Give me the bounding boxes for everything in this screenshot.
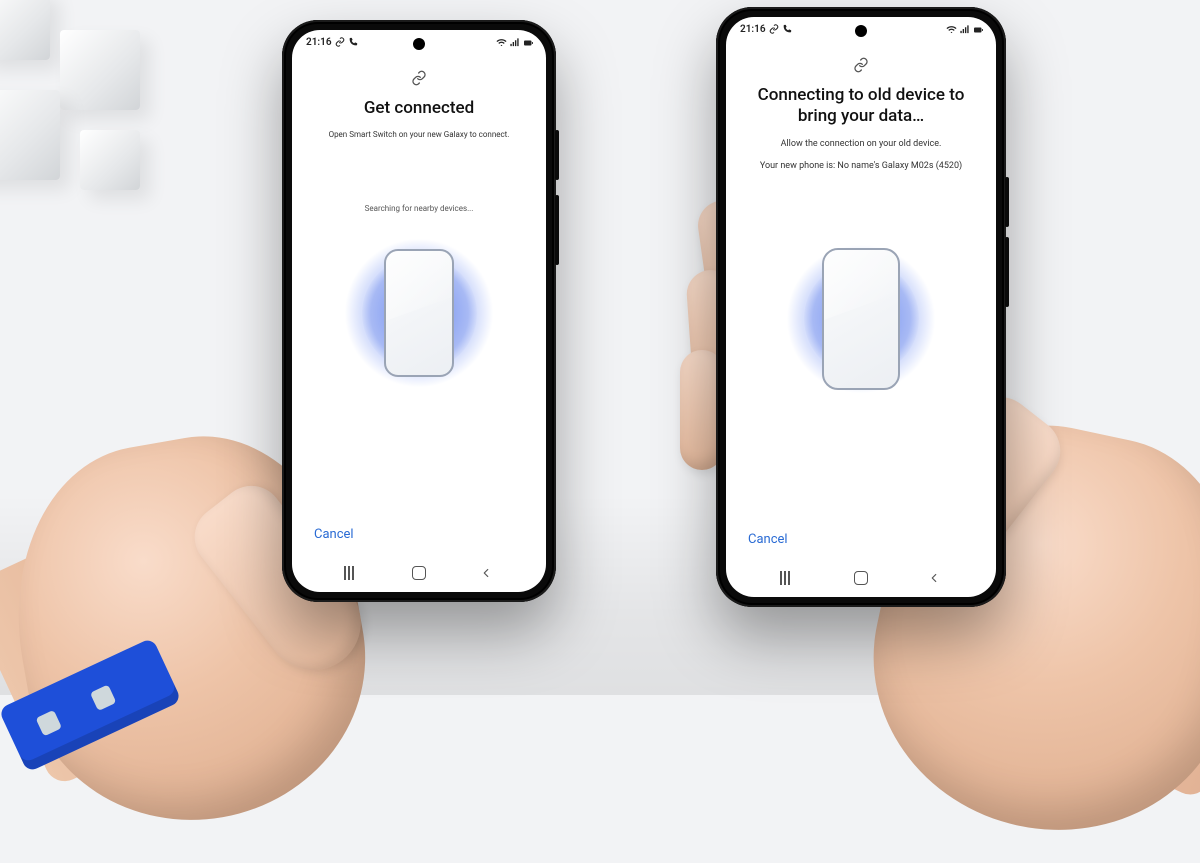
cancel-button[interactable]: Cancel	[744, 524, 792, 555]
wifi-icon	[496, 37, 506, 47]
link-mini-icon	[335, 37, 345, 47]
android-navbar	[292, 558, 546, 592]
status-time: 21:16	[306, 37, 332, 48]
page-subtitle: Allow the connection on your old device.	[742, 138, 980, 151]
device-info-text: Your new phone is: No name's Galaxy M02s…	[742, 160, 980, 173]
battery-icon	[522, 37, 532, 47]
signal-icon	[509, 37, 519, 47]
volume-button	[555, 195, 559, 265]
cancel-button[interactable]: Cancel	[310, 519, 358, 550]
camera-hole	[413, 38, 425, 50]
link-icon	[411, 70, 427, 86]
signal-icon	[959, 24, 969, 34]
search-animation	[742, 219, 980, 419]
app-content: Get connected Open Smart Switch on your …	[292, 54, 546, 558]
search-animation	[308, 223, 530, 403]
device-outline-icon	[384, 249, 454, 377]
power-button	[1005, 177, 1009, 227]
link-icon	[853, 57, 869, 73]
phone-mini-icon	[782, 24, 792, 34]
wifi-icon	[946, 24, 956, 34]
volume-button	[1005, 237, 1009, 307]
link-mini-icon	[769, 24, 779, 34]
power-button	[555, 130, 559, 180]
phone-right: 21:16	[716, 7, 1006, 607]
app-content: Connecting to old device to bring your d…	[726, 41, 996, 563]
status-time: 21:16	[740, 24, 766, 35]
search-status: Searching for nearby devices...	[308, 204, 530, 213]
recent-apps-button[interactable]	[779, 569, 797, 587]
device-outline-icon	[822, 248, 900, 390]
home-button[interactable]	[852, 569, 870, 587]
page-title: Connecting to old device to bring your d…	[742, 85, 980, 128]
page-subtitle: Open Smart Switch on your new Galaxy to …	[308, 129, 530, 140]
phone-mini-icon	[348, 37, 358, 47]
phone-left: 21:16	[282, 20, 556, 602]
recent-apps-button[interactable]	[343, 564, 361, 582]
page-title: Get connected	[308, 98, 530, 119]
camera-hole	[855, 25, 867, 37]
back-button[interactable]	[925, 569, 943, 587]
back-button[interactable]	[477, 564, 495, 582]
battery-icon	[972, 24, 982, 34]
home-button[interactable]	[410, 564, 428, 582]
android-navbar	[726, 563, 996, 597]
